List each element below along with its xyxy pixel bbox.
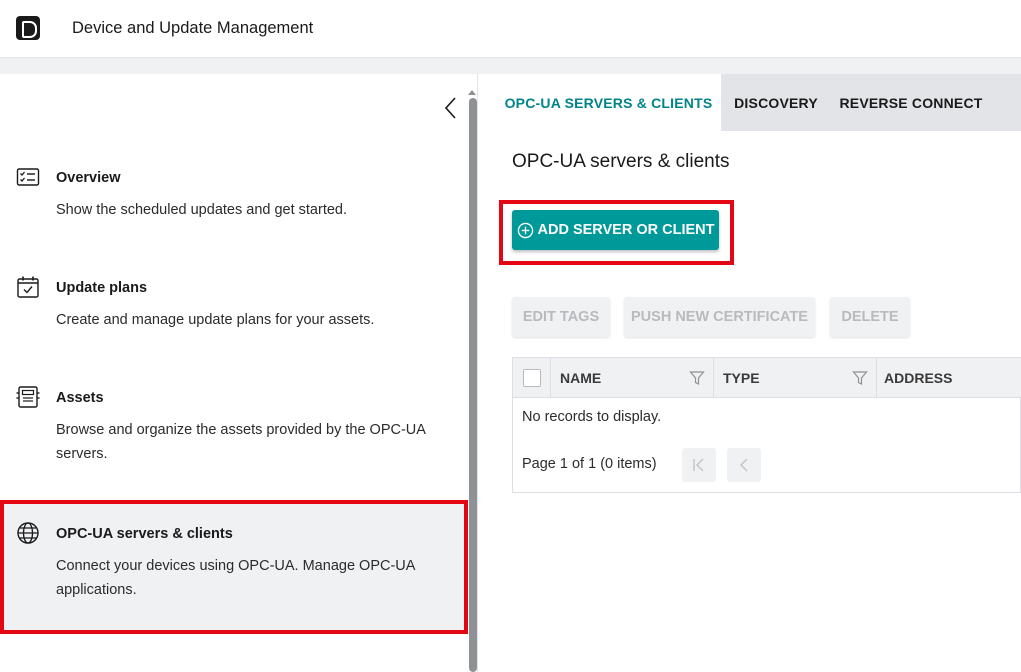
sidebar-item-opcua-servers[interactable]: OPC-UA servers & clients Connect your de… <box>0 500 468 634</box>
collapse-sidebar-button[interactable] <box>441 96 461 120</box>
header-separator <box>0 58 1021 74</box>
sidebar-item-assets[interactable]: Assets Browse and organize the assets pr… <box>0 382 466 472</box>
globe-icon <box>16 521 40 545</box>
sidebar-item-description: Show the scheduled updates and get start… <box>56 202 348 218</box>
pager-info: Page 1 of 1 (0 items) <box>522 456 657 472</box>
filter-icon[interactable] <box>689 370 705 386</box>
servers-grid: NAME TYPE ADDRESS No records to display.… <box>512 357 1021 493</box>
main-content: OPC-UA SERVERS & CLIENTS DISCOVERY REVER… <box>496 74 1021 672</box>
tab-discovery[interactable]: DISCOVERY <box>721 74 831 131</box>
checklist-icon <box>16 165 40 189</box>
grid-empty-message: No records to display. <box>522 409 662 425</box>
grid-header: NAME TYPE ADDRESS <box>513 358 1021 398</box>
delete-button[interactable]: DELETE <box>830 297 910 337</box>
sidebar-item-description: Browse and organize the assets provided … <box>56 422 426 462</box>
sidebar-item-title: Assets <box>56 390 104 406</box>
sidebar-item-title: Overview <box>56 170 121 186</box>
tab-reverse-connect[interactable]: REVERSE CONNECT <box>831 74 991 131</box>
sidebar-item-title: Update plans <box>56 280 148 296</box>
plus-circle-icon <box>517 222 533 238</box>
column-header-name[interactable]: NAME <box>551 358 714 398</box>
sidebar-item-update-plans[interactable]: Update plans Create and manage update pl… <box>0 272 466 342</box>
sidebar-item-description: Connect your devices using OPC-UA. Manag… <box>56 558 415 598</box>
app-header: Device and Update Management <box>0 0 1021 58</box>
app-logo-icon[interactable] <box>16 16 40 40</box>
app-title: Device and Update Management <box>72 19 314 37</box>
scrollbar-thumb[interactable] <box>469 98 477 672</box>
push-new-certificate-button[interactable]: PUSH NEW CERTIFICATE <box>624 297 815 337</box>
column-label: NAME <box>560 370 602 386</box>
filter-icon[interactable] <box>852 370 868 386</box>
sidebar-item-description: Create and manage update plans for your … <box>56 312 375 328</box>
column-label: TYPE <box>723 370 760 386</box>
sidebar-scrollbar[interactable] <box>467 84 477 672</box>
scroll-up-arrow-icon[interactable] <box>467 84 477 95</box>
previous-page-button[interactable] <box>727 448 761 482</box>
chevron-left-icon <box>444 97 456 119</box>
device-icon <box>16 385 40 409</box>
edit-tags-button[interactable]: EDIT TAGS <box>512 297 610 337</box>
page-title: OPC-UA servers & clients <box>512 151 730 172</box>
select-all-checkbox[interactable] <box>522 369 541 387</box>
chevron-left-icon <box>739 458 748 472</box>
first-page-icon <box>693 458 704 472</box>
first-page-button[interactable] <box>682 448 716 482</box>
sidebar-item-title: OPC-UA servers & clients <box>56 526 233 542</box>
select-all-cell <box>513 358 551 398</box>
sidebar-item-overview[interactable]: Overview Show the scheduled updates and … <box>0 162 466 232</box>
add-server-or-client-button[interactable]: ADD SERVER OR CLIENT <box>512 210 719 250</box>
tab-bar: OPC-UA SERVERS & CLIENTS DISCOVERY REVER… <box>496 74 1021 131</box>
column-header-type[interactable]: TYPE <box>714 358 877 398</box>
calendar-check-icon <box>16 275 40 299</box>
column-header-address[interactable]: ADDRESS <box>877 358 1021 398</box>
tab-opcua-servers-clients[interactable]: OPC-UA SERVERS & CLIENTS <box>496 74 721 131</box>
column-label: ADDRESS <box>884 370 953 386</box>
add-button-label: ADD SERVER OR CLIENT <box>537 222 715 238</box>
